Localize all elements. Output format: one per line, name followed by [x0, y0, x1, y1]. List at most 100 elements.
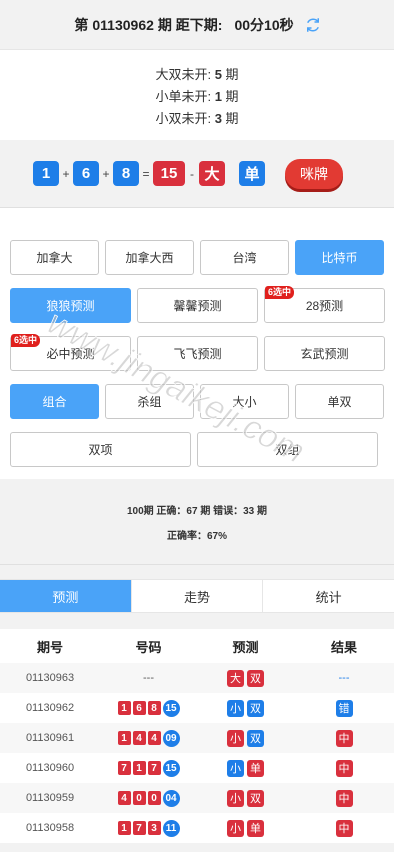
sum-ball: 09 — [162, 729, 180, 747]
table-row: 01130960 7 1 7 15 小单中 — [0, 753, 394, 783]
number-ball: 1 — [132, 761, 146, 775]
number-ball: 6 — [132, 701, 146, 715]
col-issue: 期号 — [36, 639, 63, 655]
missing-line: 小单未开: 1 期 — [155, 88, 239, 104]
table-row: 01130962 1 6 8 15 小双错 — [0, 693, 394, 723]
sum-ball: 15 — [162, 699, 180, 717]
numbers-pending: --- — [143, 672, 154, 684]
row-numbers: 7 1 7 15 — [100, 759, 197, 777]
predictor-langlang[interactable]: 狼狼预测 — [10, 288, 131, 323]
lottery-canada-west[interactable]: 加拿大西 — [105, 240, 194, 275]
latest-result: 1 + 6 + 8 = 15 - 大 单 咪牌 — [0, 140, 394, 208]
predictor-bizhong-label: 必中预测 — [46, 347, 95, 361]
result-sum: 15 — [153, 161, 185, 186]
predictor-xuanwu[interactable]: 玄武预测 — [264, 336, 385, 371]
hot-badge: 6选中 — [265, 286, 295, 299]
result-size: 大 — [199, 161, 225, 186]
predictor-feifei[interactable]: 飞飞预测 — [137, 336, 258, 371]
issue-suffix: 期 距下期: — [157, 16, 223, 33]
row-issue: 01130961 — [25, 732, 75, 744]
number-ball: 4 — [147, 731, 161, 745]
number-ball: 3 — [147, 821, 161, 835]
sum-ball: 15 — [162, 759, 180, 777]
number-ball: 1 — [117, 821, 131, 835]
result-ball-2: 6 — [73, 161, 99, 186]
tab-statistics[interactable]: 统计 — [263, 580, 394, 612]
type-double-group[interactable]: 双组 — [197, 432, 378, 467]
col-prediction: 预测 — [232, 639, 259, 655]
result-hit: 中 — [335, 819, 353, 837]
lottery-bitcoin[interactable]: 比特币 — [295, 240, 384, 275]
view-tabs: 预测 走势 统计 — [0, 579, 394, 613]
table-body: 01130963 --- 大双 --- 01130962 1 6 8 15 小双错 01130961… — [0, 663, 394, 843]
countdown-timer: 00分10秒 — [234, 16, 294, 33]
result-hit: 中 — [335, 759, 353, 777]
result-parity: 单 — [239, 161, 265, 186]
number-ball: 7 — [132, 821, 146, 835]
result-hit: 中 — [335, 789, 353, 807]
row-numbers: --- — [100, 672, 197, 684]
number-ball: 0 — [132, 791, 146, 805]
row-result: 中 — [294, 789, 394, 807]
number-ball: 7 — [147, 761, 161, 775]
dash-sign: - — [190, 166, 194, 181]
row-result: --- — [294, 672, 394, 684]
col-numbers: 号码 — [135, 639, 162, 655]
prediction-tag: 双 — [247, 729, 264, 747]
header-bar: 第 01130962 期 距下期: 00分10秒 — [0, 0, 394, 50]
lottery-selector: 加拿大 加拿大西 台湾 比特币 — [10, 240, 385, 275]
plus-sign: + — [62, 166, 70, 181]
lottery-canada[interactable]: 加拿大 — [10, 240, 99, 275]
result-pending: --- — [338, 672, 350, 684]
missing-line: 大双未开: 5 期 — [155, 66, 239, 82]
type-kill-group[interactable]: 杀组 — [105, 384, 194, 419]
refresh-icon[interactable] — [304, 16, 322, 34]
prediction-table: 期号 号码 预测 结果 01130963 --- 大双 --- 01130962 1 6 8 1… — [0, 629, 394, 843]
row-result: 中 — [294, 759, 394, 777]
accuracy-counts: 100期 正确：67 期 错误：33 期 — [126, 505, 268, 517]
row-issue: 01130962 — [25, 702, 75, 714]
number-ball: 1 — [117, 701, 131, 715]
row-numbers: 1 4 4 09 — [100, 729, 197, 747]
type-combo[interactable]: 组合 — [10, 384, 99, 419]
prediction-tag: 大 — [227, 669, 244, 687]
table-header: 期号 号码 预测 结果 — [0, 629, 394, 663]
issue-prefix: 第 — [74, 16, 89, 33]
number-ball: 7 — [117, 761, 131, 775]
sum-ball: 11 — [162, 819, 180, 837]
accuracy-rate: 正确率：67% — [166, 530, 227, 542]
predictor-bizhong[interactable]: 6选中 必中预测 — [10, 334, 131, 371]
table-row: 01130963 --- 大双 --- — [0, 663, 394, 693]
type-selector-2: 双项 双组 — [10, 432, 385, 467]
result-ball-3: 8 — [113, 161, 139, 186]
row-prediction: 大双 — [197, 669, 294, 687]
row-numbers: 1 7 3 11 — [100, 819, 197, 837]
prediction-tag: 小 — [227, 819, 244, 837]
current-issue: 01130962 — [92, 16, 154, 33]
prediction-tag: 双 — [247, 699, 264, 717]
tab-prediction[interactable]: 预测 — [0, 580, 132, 612]
result-ball-1: 1 — [33, 161, 59, 186]
row-prediction: 小单 — [197, 819, 294, 837]
type-size[interactable]: 大小 — [200, 384, 289, 419]
predictor-xinxin[interactable]: 馨馨预测 — [137, 288, 258, 323]
type-parity[interactable]: 单双 — [295, 384, 384, 419]
type-selector-1: 组合 杀组 大小 单双 — [10, 384, 385, 419]
plus-sign: + — [102, 166, 110, 181]
accuracy-summary: 100期 正确：67 期 错误：33 期 正确率：67% — [0, 479, 394, 565]
result-miss: 错 — [335, 699, 353, 717]
predictor-28[interactable]: 6选中 28预测 — [264, 286, 385, 323]
sum-ball: 04 — [162, 789, 180, 807]
number-ball: 1 — [117, 731, 131, 745]
row-numbers: 4 0 0 04 — [100, 789, 197, 807]
equals-sign: = — [142, 166, 150, 181]
type-double-item[interactable]: 双项 — [10, 432, 191, 467]
mipai-button[interactable]: 咪牌 — [285, 158, 343, 189]
table-row: 01130958 1 7 3 11 小单中 — [0, 813, 394, 843]
col-result: 结果 — [330, 639, 357, 655]
options-panel: 加拿大 加拿大西 台湾 比特币 狼狼预测 馨馨预测 6选中 28预测 6选中 必… — [0, 208, 394, 479]
lottery-taiwan[interactable]: 台湾 — [200, 240, 289, 275]
tab-trend[interactable]: 走势 — [132, 580, 264, 612]
missing-streaks: 大双未开: 5 期 小单未开: 1 期 小双未开: 3 期 — [0, 50, 394, 140]
row-issue: 01130959 — [25, 792, 75, 804]
